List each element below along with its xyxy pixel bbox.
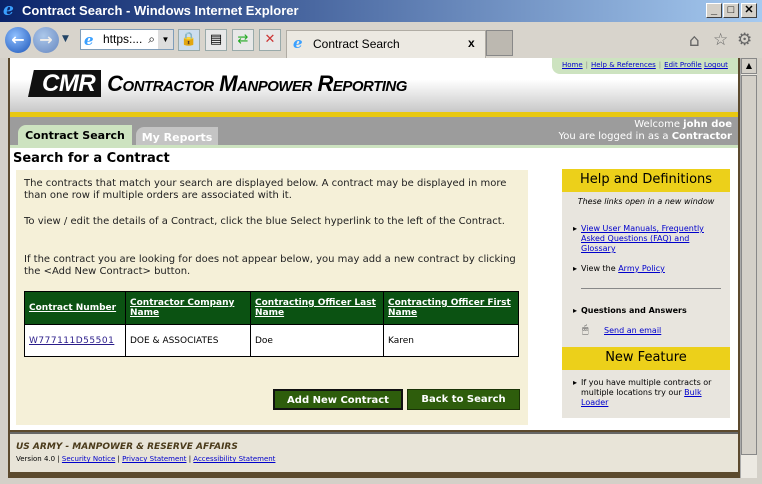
logo-mark: CMR xyxy=(28,70,102,97)
window-title: Contract Search - Windows Internet Explo… xyxy=(22,3,299,18)
refresh-icon[interactable]: ⇄ xyxy=(232,29,254,51)
window-titlebar: Contract Search - Windows Internet Explo… xyxy=(0,0,762,22)
tab-contract-search[interactable]: Contract Search xyxy=(18,125,132,145)
view-the-label: View the xyxy=(581,264,616,273)
help-heading: Help and Definitions xyxy=(562,169,730,192)
site-title: Contractor Manpower Reporting xyxy=(107,71,407,96)
favorites-star-icon[interactable]: ☆ xyxy=(713,30,728,50)
company-name-cell: DOE & ASSOCIATES xyxy=(125,324,251,357)
address-dropdown-icon[interactable]: ▼ xyxy=(158,30,173,49)
back-to-search-button[interactable]: Back to Search xyxy=(407,389,520,410)
new-tab-button[interactable] xyxy=(486,30,513,56)
tab-bar: Contract Search My Reports Welcome john … xyxy=(10,117,738,145)
tab-my-reports[interactable]: My Reports xyxy=(136,127,218,145)
browser-tab[interactable]: e Contract Search x xyxy=(286,30,486,58)
tab-close-button[interactable]: x xyxy=(468,36,475,50)
maximize-button[interactable]: □ xyxy=(723,3,739,18)
new-feature-heading: New Feature xyxy=(562,347,730,370)
results-panel: The contracts that match your search are… xyxy=(16,170,528,425)
home-icon[interactable]: ⌂ xyxy=(689,31,700,51)
accessibility-statement-link[interactable]: Accessibility Statement xyxy=(193,455,275,463)
scrollbar-thumb[interactable] xyxy=(741,75,757,455)
role-label: You are logged in as a xyxy=(558,131,669,142)
back-button[interactable]: ← xyxy=(5,27,31,53)
main-content: Search for a Contract The contracts that… xyxy=(10,148,738,430)
search-icon[interactable]: ⌕ xyxy=(148,32,155,47)
help-sidebar: Help and Definitions These links open in… xyxy=(562,169,730,418)
results-table: Contract Number Contractor Company Name … xyxy=(24,291,519,357)
help-note: These links open in a new window xyxy=(577,197,715,206)
mouse-icon: 🖱 xyxy=(582,323,589,336)
vertical-scrollbar[interactable]: ▲ xyxy=(740,58,757,478)
home-link[interactable]: Home xyxy=(562,61,583,69)
officer-last-name-cell: Doe xyxy=(250,324,384,357)
contract-number-link[interactable]: W777111D55501 xyxy=(29,336,114,346)
header-officer-first-name[interactable]: Contracting Officer First Name xyxy=(383,291,519,325)
send-email-link[interactable]: Send an email xyxy=(604,326,661,335)
page-viewport: CMR Contractor Manpower Reporting Home | He… xyxy=(8,58,740,478)
qa-heading: Questions and Answers xyxy=(573,306,723,316)
header-company-name[interactable]: Contractor Company Name xyxy=(125,291,251,325)
forward-button[interactable]: → xyxy=(33,27,59,53)
close-window-button[interactable]: ✕ xyxy=(741,3,757,18)
footer-links: Version 4.0 | Security Notice | Privacy … xyxy=(16,455,276,463)
info-text: The contracts that match your search are… xyxy=(24,178,507,201)
edit-profile-link[interactable]: Edit Profile xyxy=(664,61,702,69)
tab-title: Contract Search xyxy=(313,37,400,51)
version-label: Version 4.0 xyxy=(16,455,56,463)
divider xyxy=(581,288,721,289)
table-header-row: Contract Number Contractor Company Name … xyxy=(24,291,519,325)
info-text: To view / edit the details of a Contract… xyxy=(24,216,505,227)
welcome-label: Welcome xyxy=(634,119,680,130)
site-logo: CMR Contractor Manpower Reporting xyxy=(28,70,407,98)
help-references-link[interactable]: Help & References xyxy=(591,61,656,69)
history-dropdown-icon[interactable]: ▼ xyxy=(62,34,69,44)
logout-link[interactable]: Logout xyxy=(704,61,728,69)
ie-logo-icon: e xyxy=(3,0,14,20)
user-name: john doe xyxy=(683,119,732,130)
tab-ie-icon: e xyxy=(293,34,303,52)
privacy-statement-link[interactable]: Privacy Statement xyxy=(122,455,186,463)
info-text: If the contract you are looking for does… xyxy=(24,254,516,277)
user-role: Contractor xyxy=(671,131,732,142)
footer-org: US ARMY - MANPOWER & RESERVE AFFAIRS xyxy=(16,442,238,452)
header-contract-number[interactable]: Contract Number xyxy=(24,291,126,325)
page-title: Search for a Contract xyxy=(13,151,170,166)
officer-first-name-cell: Karen xyxy=(383,324,519,357)
minimize-button[interactable]: _ xyxy=(706,3,722,18)
footer: US ARMY - MANPOWER & RESERVE AFFAIRS Ver… xyxy=(10,432,738,472)
address-text: https:... xyxy=(103,32,143,46)
site-header: CMR Contractor Manpower Reporting Home | He… xyxy=(10,58,738,112)
security-notice-link[interactable]: Security Notice xyxy=(62,455,115,463)
address-bar[interactable]: https:... e ⌕ ▼ xyxy=(80,29,174,50)
add-new-contract-button[interactable]: Add New Contract xyxy=(273,389,403,410)
header-officer-last-name[interactable]: Contracting Officer Last Name xyxy=(250,291,384,325)
army-policy-link[interactable]: Army Policy xyxy=(618,264,665,273)
user-manuals-link[interactable]: View User Manuals, Frequently Asked Ques… xyxy=(581,224,704,253)
ie-page-icon: e xyxy=(84,31,94,49)
stop-icon[interactable]: ✕ xyxy=(259,29,281,51)
table-row: W777111D55501 DOE & ASSOCIATES Doe Karen xyxy=(24,324,519,357)
top-links: Home | Help & References | Edit Profile Logo… xyxy=(552,58,738,74)
lock-icon[interactable]: 🔒 xyxy=(178,29,200,51)
gear-icon[interactable]: ⚙ xyxy=(737,30,752,50)
user-info: Welcome john doe You are logged in as a … xyxy=(559,119,732,143)
compatibility-icon[interactable]: ▤ xyxy=(205,29,227,51)
scroll-up-arrow-icon[interactable]: ▲ xyxy=(741,58,757,74)
